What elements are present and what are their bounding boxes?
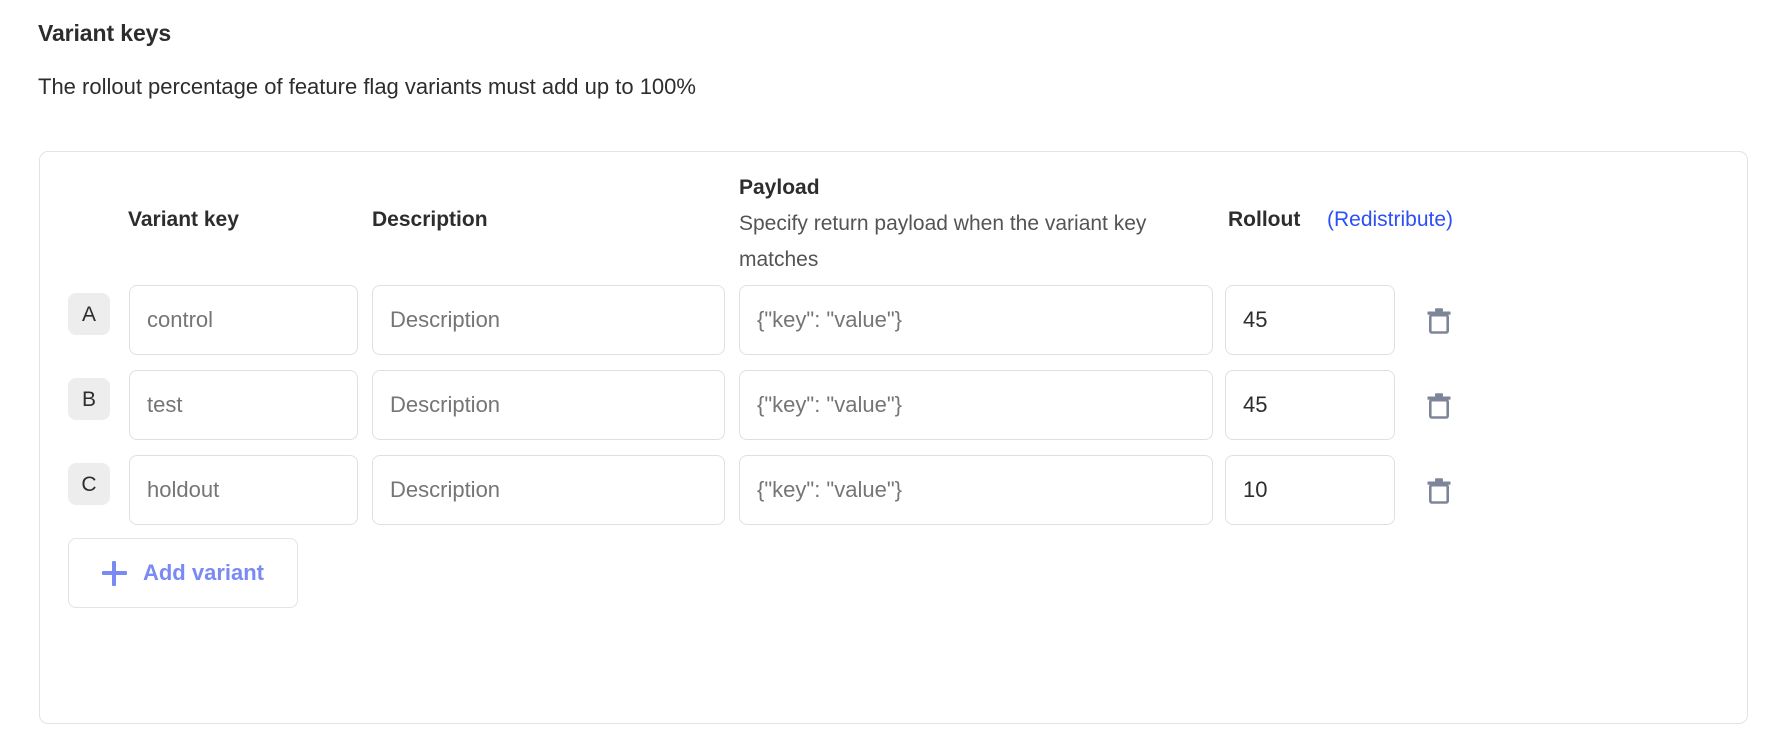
column-header-payload-description: Specify return payload when the variant …	[739, 212, 1147, 271]
variant-rollout-input[interactable]	[1225, 455, 1395, 525]
delete-variant-button[interactable]	[1415, 466, 1463, 514]
variant-description-input[interactable]	[372, 285, 725, 355]
variant-rollout-input[interactable]	[1225, 370, 1395, 440]
trash-icon	[1426, 475, 1452, 505]
delete-variant-button[interactable]	[1415, 296, 1463, 344]
column-header-rollout: Rollout	[1228, 208, 1301, 231]
variant-key-input[interactable]	[129, 285, 358, 355]
variant-key-input[interactable]	[129, 455, 358, 525]
table-row: C	[40, 455, 1749, 525]
variant-description-input[interactable]	[372, 370, 725, 440]
add-variant-button[interactable]: Add variant	[68, 538, 298, 608]
variant-payload-input[interactable]	[739, 285, 1213, 355]
table-row: A	[40, 285, 1749, 355]
variant-payload-input[interactable]	[739, 370, 1213, 440]
variant-key-input[interactable]	[129, 370, 358, 440]
table-row: B	[40, 370, 1749, 440]
variant-rollout-input[interactable]	[1225, 285, 1395, 355]
add-variant-label: Add variant	[142, 560, 265, 585]
trash-icon	[1426, 305, 1452, 335]
variant-badge: B	[68, 378, 110, 420]
column-header-description: Description	[372, 208, 488, 231]
delete-variant-button[interactable]	[1415, 381, 1463, 429]
column-header-payload-title: Payload	[739, 176, 820, 199]
page-title: Variant keys	[38, 20, 172, 46]
variant-badge: C	[68, 463, 110, 505]
variant-keys-card: Variant key Description Payload Specify …	[39, 151, 1748, 724]
plus-icon	[101, 560, 127, 586]
trash-icon	[1426, 390, 1452, 420]
page-subtitle: The rollout percentage of feature flag v…	[38, 74, 696, 99]
variant-payload-input[interactable]	[739, 455, 1213, 525]
variant-badge: A	[68, 293, 110, 335]
redistribute-link[interactable]: (Redistribute)	[1327, 206, 1453, 234]
column-header-payload: Payload Specify return payload when the …	[739, 170, 1213, 278]
column-header-variant-key: Variant key	[128, 208, 239, 231]
variant-keys-page: Variant keys The rollout percentage of f…	[0, 0, 1776, 748]
variant-description-input[interactable]	[372, 455, 725, 525]
